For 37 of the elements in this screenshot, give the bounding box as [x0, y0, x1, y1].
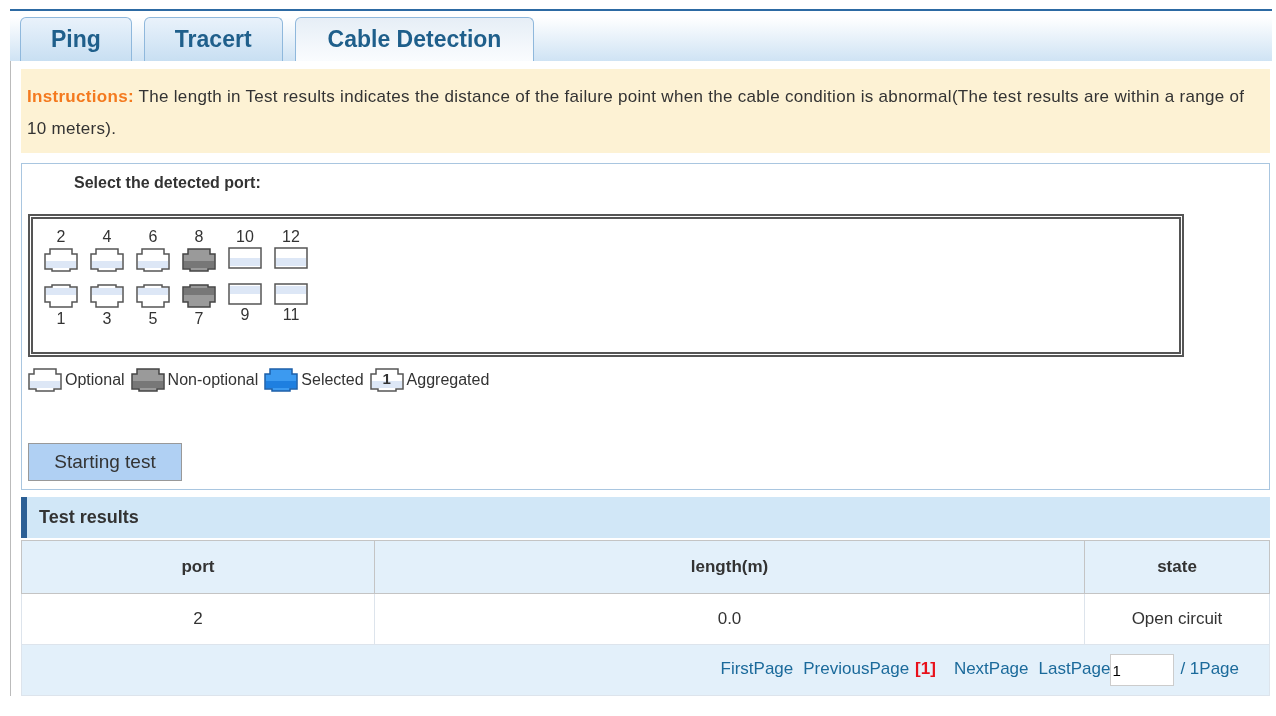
port-number: 10: [236, 227, 254, 247]
port-number: 6: [148, 227, 158, 247]
port-number: 8: [194, 227, 204, 247]
start-test-button[interactable]: Starting test: [28, 443, 182, 481]
current-page: [1]: [915, 659, 936, 679]
port-number: 5: [148, 309, 158, 329]
tab[interactable]: Ping: [20, 17, 132, 61]
column-header: port: [21, 540, 375, 594]
page-total: / 1Page: [1180, 659, 1239, 679]
tab[interactable]: Tracert: [143, 17, 283, 61]
port-number: 11: [282, 305, 300, 325]
legend-label: Optional: [65, 371, 125, 389]
legend-label: Aggregated: [406, 371, 490, 389]
port-number: 2: [56, 227, 66, 247]
port-number: 4: [102, 227, 112, 247]
instructions-text: Instructions: The length in Test results indicates the distance of the failure point when the cable condition is abnormal(The test results are within a range of 10 meters).: [21, 69, 1270, 153]
page-input[interactable]: 1: [1110, 654, 1175, 686]
port-number: 9: [240, 305, 250, 325]
table-cell: 0.0: [374, 593, 1085, 645]
port-number: 12: [282, 227, 300, 247]
legend-label: Selected: [301, 371, 364, 389]
last-page-link[interactable]: LastPage: [1038, 659, 1111, 679]
previous-page-link[interactable]: PreviousPage: [803, 659, 910, 679]
section-header: Test results: [21, 497, 1270, 538]
tab[interactable]: Cable Detection: [294, 17, 535, 61]
column-header: state: [1084, 540, 1270, 594]
next-page-link[interactable]: NextPage: [953, 659, 1029, 679]
legend-label: Non-optional: [167, 371, 259, 389]
table-cell: 2: [21, 593, 375, 645]
port-number: 1: [56, 309, 66, 329]
aggregated-port-icon: 1: [369, 367, 404, 393]
first-page-link[interactable]: FirstPage: [720, 659, 794, 679]
port-number: 3: [102, 309, 112, 329]
port-number: 7: [194, 309, 204, 329]
column-header: length(m): [374, 540, 1085, 594]
table-cell: Open circuit: [1084, 593, 1270, 645]
panel-title: Select the detected port:: [73, 174, 262, 193]
